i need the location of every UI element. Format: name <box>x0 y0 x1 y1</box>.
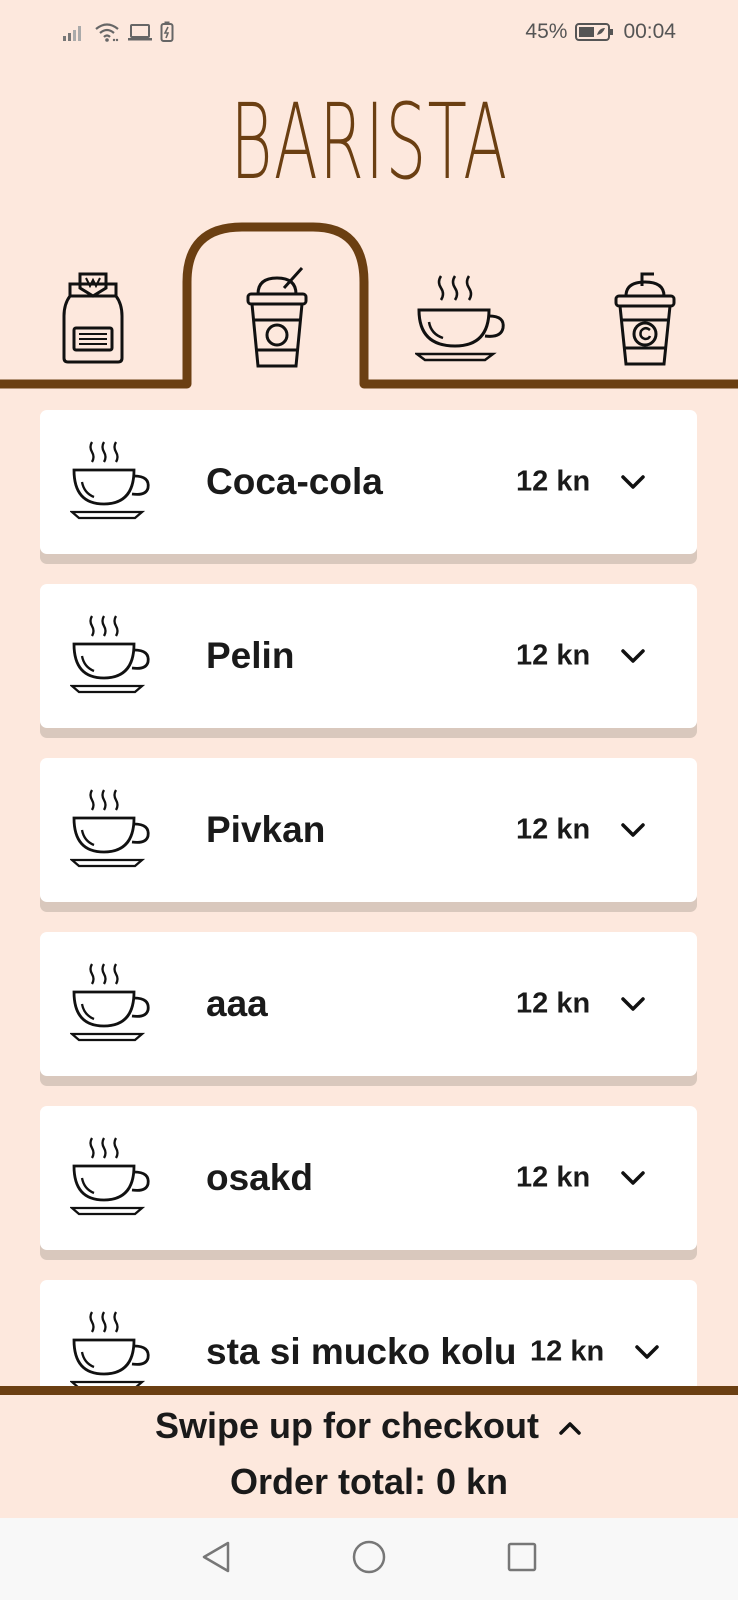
app-logo: BARISTA <box>0 72 738 212</box>
swipe-up-row[interactable]: Swipe up for checkout <box>0 1405 738 1447</box>
iced-drink-cup-icon <box>614 268 676 373</box>
product-price: 12 kn <box>516 813 591 846</box>
coffee-cup-icon <box>68 612 152 696</box>
chevron-down-icon[interactable] <box>632 1337 662 1367</box>
home-button[interactable] <box>339 1529 399 1589</box>
coffee-cup-icon <box>68 786 152 870</box>
product-card[interactable]: osakd 12 kn <box>40 1106 697 1250</box>
chevron-down-icon[interactable] <box>618 1163 648 1193</box>
logo-text: BARISTA <box>229 81 509 203</box>
laptop-icon <box>128 22 152 42</box>
recents-button[interactable] <box>492 1529 552 1589</box>
product-name: Pivkan <box>206 809 326 850</box>
category-tabs <box>0 222 738 392</box>
system-nav-bar <box>0 1518 738 1600</box>
home-icon <box>351 1539 387 1580</box>
product-name: aaa <box>206 983 268 1024</box>
chevron-down-icon[interactable] <box>618 989 648 1019</box>
frappe-cup-icon <box>244 266 310 375</box>
product-price: 12 kn <box>516 987 591 1020</box>
status-icons-right: 45% 00:04 <box>525 20 676 44</box>
wifi-icon <box>94 21 120 43</box>
product-name: Pelin <box>206 635 295 676</box>
coffee-cup-icon <box>68 1134 152 1218</box>
product-card[interactable]: Coca-cola 12 kn <box>40 410 697 554</box>
tab-hot-coffee[interactable] <box>396 260 526 380</box>
coffee-cup-icon <box>68 960 152 1044</box>
clock: 00:04 <box>623 20 676 43</box>
coffee-bag-icon <box>62 270 124 371</box>
order-total: Order total: 0 kn <box>229 1461 509 1502</box>
product-price: 12 kn <box>516 465 591 498</box>
product-price: 12 kn <box>530 1335 605 1368</box>
coffee-cup-icon <box>68 1308 152 1392</box>
chevron-up-icon[interactable] <box>557 1405 583 1447</box>
status-bar: 45% 00:04 <box>0 0 738 64</box>
checkout-sheet[interactable]: Swipe up for checkout Order total: 0 kn <box>0 1386 738 1518</box>
swipe-label: Swipe up for checkout <box>154 1405 540 1446</box>
chevron-down-icon[interactable] <box>618 815 648 845</box>
product-card[interactable]: Pivkan 12 kn <box>40 758 697 902</box>
chevron-down-icon[interactable] <box>618 467 648 497</box>
back-button[interactable] <box>186 1529 246 1589</box>
product-name: sta si mucko kolu <box>206 1331 517 1372</box>
hot-coffee-cup-icon <box>413 272 507 369</box>
product-card[interactable]: Pelin 12 kn <box>40 584 697 728</box>
tab-frappe[interactable] <box>212 260 342 380</box>
coffee-cup-icon <box>68 438 152 522</box>
back-icon <box>200 1540 232 1579</box>
product-card[interactable]: aaa 12 kn <box>40 932 697 1076</box>
product-name: Coca-cola <box>206 461 383 502</box>
battery-percent: 45% <box>525 20 568 43</box>
status-icons-left <box>62 21 174 43</box>
battery-saver-icon <box>160 21 174 43</box>
tab-iced-drink[interactable] <box>580 260 710 380</box>
signal-icon <box>62 22 86 42</box>
product-name: osakd <box>206 1157 313 1198</box>
tab-coffee-beans[interactable] <box>28 260 158 380</box>
product-price: 12 kn <box>516 1161 591 1194</box>
product-price: 12 kn <box>516 639 591 672</box>
recents-icon <box>506 1541 538 1578</box>
chevron-down-icon[interactable] <box>618 641 648 671</box>
battery-icon <box>575 22 615 42</box>
